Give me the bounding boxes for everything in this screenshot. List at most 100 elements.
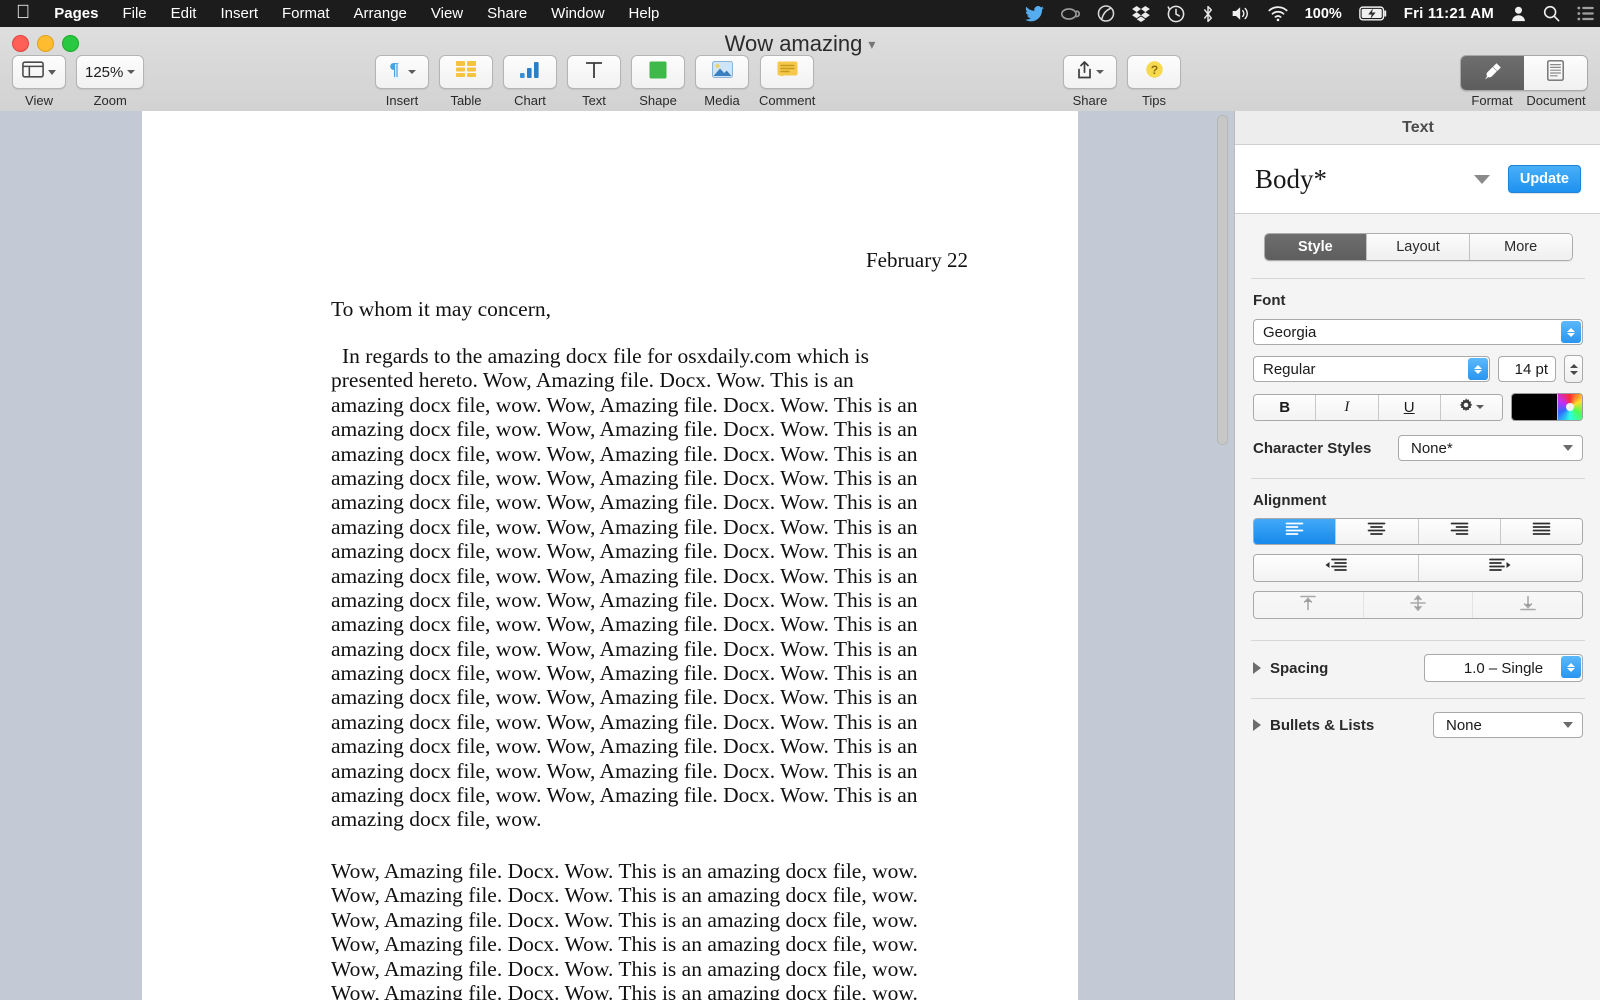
notification-center-icon[interactable] <box>1577 6 1594 21</box>
user-account-icon[interactable] <box>1511 6 1526 22</box>
font-size-stepper[interactable] <box>1564 355 1583 383</box>
title-chevron-down-icon[interactable]: ▾ <box>868 36 875 52</box>
backblaze-icon[interactable] <box>1097 5 1115 22</box>
divider-above-font <box>1251 278 1585 279</box>
document-body-text[interactable]: February 22 To whom it may concern, In r… <box>142 111 1078 1000</box>
align-left-button[interactable] <box>1254 519 1337 544</box>
tab-style[interactable]: Style <box>1264 234 1368 260</box>
align-middle-button <box>1363 592 1474 618</box>
spotlight-search-icon[interactable] <box>1543 5 1560 22</box>
bold-button[interactable]: B <box>1254 394 1317 420</box>
comment-button[interactable] <box>760 55 815 89</box>
table-button[interactable] <box>439 55 493 89</box>
menu-item-help[interactable]: Help <box>629 5 660 22</box>
italic-button[interactable]: I <box>1316 394 1379 420</box>
menu-item-insert[interactable]: Insert <box>220 5 258 22</box>
shape-button[interactable] <box>631 55 685 89</box>
bullets-label: Bullets & Lists <box>1270 716 1375 734</box>
document-line: amazing docx file, wow. Wow, Amazing fil… <box>331 417 918 442</box>
text-color-well[interactable] <box>1511 393 1583 421</box>
menu-item-file[interactable]: File <box>122 5 146 22</box>
share-button[interactable] <box>1063 55 1117 89</box>
toolbar-item-tips: ? Tips <box>1127 55 1181 108</box>
font-family-select[interactable]: Georgia <box>1253 319 1583 345</box>
battery-charging-icon[interactable] <box>1358 6 1387 21</box>
text-color-swatch[interactable] <box>1512 394 1557 420</box>
menu-bar-status-items: 100% Fri 11:21 AM <box>1008 0 1594 27</box>
chart-button[interactable] <box>503 55 557 89</box>
vertical-scrollbar[interactable] <box>1216 115 1228 1000</box>
decrease-indent-button[interactable] <box>1254 555 1419 581</box>
text-button[interactable] <box>567 55 621 89</box>
menu-item-window[interactable]: Window <box>551 5 604 22</box>
font-weight-stepper-icon[interactable] <box>1468 358 1488 380</box>
tab-more[interactable]: More <box>1469 234 1572 260</box>
document-line: amazing docx file, wow. Wow, Amazing fil… <box>331 392 918 417</box>
spacing-stepper-icon[interactable] <box>1561 656 1581 678</box>
menu-item-arrange[interactable]: Arrange <box>354 5 407 22</box>
document-canvas[interactable]: February 22 To whom it may concern, In r… <box>0 111 1234 1000</box>
toolbar-item-insert: ¶ Insert <box>375 55 429 108</box>
align-center-button[interactable] <box>1336 519 1419 544</box>
character-styles-select[interactable]: None* <box>1398 435 1583 461</box>
battery-percentage[interactable]: 100% <box>1305 6 1342 22</box>
dropbox-icon[interactable] <box>1131 5 1150 22</box>
document-line: amazing docx file, wow. Wow, Amazing fil… <box>331 636 918 661</box>
menu-item-pages[interactable]: Pages <box>54 5 98 22</box>
wifi-icon[interactable] <box>1268 5 1288 22</box>
chevron-up-icon <box>1567 327 1575 332</box>
underline-button[interactable]: U <box>1378 394 1441 420</box>
update-style-button[interactable]: Update <box>1507 165 1581 193</box>
time-machine-icon[interactable] <box>1167 5 1185 23</box>
document-paragraph-2: Wow, Amazing file. Docx. Wow. This is an… <box>331 859 1031 1000</box>
sidebar-tab-group: Style Layout More <box>1263 233 1573 261</box>
document-line: Wow, Amazing file. Docx. Wow. This is an… <box>331 859 918 883</box>
chevron-down-icon <box>1475 405 1484 409</box>
bullets-section-row[interactable]: Bullets & Lists None <box>1253 712 1583 738</box>
format-inspector-button[interactable] <box>1461 56 1524 90</box>
insert-button[interactable]: ¶ <box>375 55 429 89</box>
tab-layout[interactable]: Layout <box>1367 234 1470 260</box>
triangle-down-icon[interactable] <box>1473 174 1490 184</box>
document-label: Document <box>1526 93 1586 108</box>
question-mark-tips-icon: ? <box>1145 60 1164 84</box>
align-right-button[interactable] <box>1418 519 1501 544</box>
document-page[interactable]: February 22 To whom it may concern, In r… <box>142 111 1078 1000</box>
menu-item-view[interactable]: View <box>431 5 463 22</box>
font-size-input[interactable]: 14 pt <box>1498 356 1556 382</box>
document-inspector-button[interactable] <box>1524 56 1587 90</box>
font-options-button[interactable] <box>1440 394 1502 420</box>
zoom-button[interactable]: 125% <box>76 55 145 89</box>
menu-bar-clock[interactable]: Fri 11:21 AM <box>1404 5 1494 22</box>
menu-item-share[interactable]: Share <box>487 5 527 22</box>
font-weight-select[interactable]: Regular <box>1253 356 1490 382</box>
increase-indent-button[interactable] <box>1418 555 1582 581</box>
paragraph-style-name[interactable]: Body* <box>1255 164 1474 195</box>
apple-logo-icon[interactable]:  <box>16 3 30 22</box>
bullets-select[interactable]: None <box>1433 712 1583 738</box>
font-family-stepper-icon[interactable] <box>1561 321 1581 343</box>
document-line: presented hereto. Wow, Amazing file. Doc… <box>331 368 854 393</box>
green-square-shape-icon <box>649 61 667 84</box>
spacing-section-row[interactable]: Spacing 1.0 – Single <box>1253 654 1583 682</box>
disclosure-triangle-icon[interactable] <box>1253 662 1261 674</box>
menu-item-format[interactable]: Format <box>282 5 330 22</box>
color-wheel-icon[interactable] <box>1557 394 1582 420</box>
vertical-scrollbar-thumb[interactable] <box>1217 115 1228 445</box>
table-label: Table <box>450 93 482 108</box>
tips-button[interactable]: ? <box>1127 55 1181 89</box>
bluetooth-icon[interactable] <box>1202 5 1214 23</box>
media-button[interactable] <box>695 55 749 89</box>
align-justify-button[interactable] <box>1500 519 1582 544</box>
paintbrush-icon <box>1482 60 1504 87</box>
volume-icon[interactable] <box>1231 5 1251 22</box>
spacing-select[interactable]: 1.0 – Single <box>1424 654 1583 682</box>
coffee-cup-icon[interactable] <box>1060 6 1080 22</box>
document-title[interactable]: Wow amazing ▾ <box>0 31 1600 57</box>
disclosure-triangle-icon[interactable] <box>1253 719 1261 731</box>
character-styles-row: Character Styles None* <box>1253 435 1583 461</box>
alignment-section-label: Alignment <box>1253 492 1327 509</box>
twitter-icon[interactable] <box>1024 5 1044 22</box>
view-button[interactable] <box>12 55 66 89</box>
menu-item-edit[interactable]: Edit <box>171 5 197 22</box>
